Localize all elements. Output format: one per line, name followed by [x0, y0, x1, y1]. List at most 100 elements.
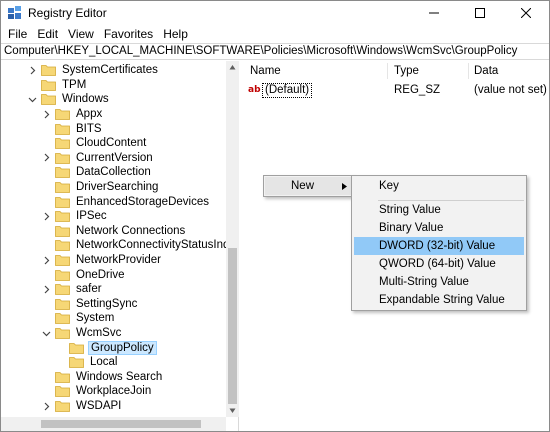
chevron-right-icon[interactable]: [42, 256, 51, 265]
tree-spacer: [42, 226, 51, 235]
folder-icon: [55, 123, 70, 135]
folder-icon: [55, 109, 70, 120]
maximize-button[interactable]: [457, 1, 503, 25]
folder-icon: [55, 328, 70, 339]
chevron-down-icon[interactable]: [28, 95, 37, 104]
chevron-right-icon[interactable]: [42, 110, 51, 119]
tree-item[interactable]: Network Connections: [42, 224, 187, 239]
scroll-down-icon[interactable]: [229, 407, 236, 414]
tree-item[interactable]: Windows Search: [42, 370, 164, 385]
tree-item-label: EnhancedStorageDevices: [76, 195, 209, 208]
minimize-button[interactable]: [411, 1, 457, 25]
menu-bar: File Edit View Favorites Help: [1, 25, 549, 43]
submenu-item-string-value-label: String Value: [379, 204, 441, 216]
chevron-down-icon[interactable]: [42, 329, 51, 338]
tree-item-label: SettingSync: [76, 297, 138, 310]
tree-item-label: SystemCertificates: [62, 64, 158, 77]
column-header-type[interactable]: Type: [394, 65, 419, 77]
tree-item[interactable]: System: [42, 311, 116, 326]
tree-item[interactable]: Appx: [42, 107, 104, 122]
tree-item-label: WSDAPI: [76, 400, 122, 413]
tree-spacer: [42, 124, 51, 133]
address-bar[interactable]: Computer\HKEY_LOCAL_MACHINE\SOFTWARE\Pol…: [1, 43, 549, 60]
tree-scroll-thumb[interactable]: [228, 248, 237, 404]
folder-icon: [55, 240, 70, 252]
menu-file[interactable]: File: [3, 25, 32, 43]
column-header-name[interactable]: Name: [250, 65, 281, 77]
tree-item[interactable]: WcmSvc: [42, 326, 123, 341]
context-menu-new[interactable]: New: [265, 177, 352, 195]
tree-horizontal-scrollbar[interactable]: [1, 417, 226, 431]
tree-item[interactable]: EnhancedStorageDevices: [42, 194, 211, 209]
chevron-right-icon[interactable]: [42, 402, 51, 411]
tree-spacer: [42, 387, 51, 396]
tree-item[interactable]: NetworkProvider: [42, 253, 163, 268]
tree-spacer: [42, 372, 51, 381]
tree-item[interactable]: TPM: [28, 78, 88, 93]
folder-open-icon: [69, 342, 84, 354]
submenu-arrow-icon: [342, 183, 347, 190]
tree-item[interactable]: BITS: [42, 121, 104, 136]
tree-item-label: NetworkProvider: [76, 254, 161, 267]
tree-item[interactable]: OneDrive: [42, 267, 127, 282]
submenu-item-string-value[interactable]: String Value: [354, 201, 524, 219]
menu-edit[interactable]: Edit: [32, 25, 63, 43]
menu-help[interactable]: Help: [158, 25, 193, 43]
new-submenu: Key String Value Binary Value DWORD (32-…: [351, 175, 527, 311]
folder-icon: [55, 225, 70, 237]
submenu-item-key[interactable]: Key: [354, 177, 524, 195]
tree-vertical-scrollbar[interactable]: [226, 61, 239, 417]
tree-item[interactable]: NetworkConnectivityStatusIndicator: [42, 238, 238, 253]
menu-view[interactable]: View: [63, 25, 99, 43]
folder-icon: [55, 167, 70, 179]
chevron-right-icon[interactable]: [42, 153, 51, 162]
tree-item[interactable]: IPSec: [42, 209, 109, 224]
submenu-item-qword-value[interactable]: QWORD (64-bit) Value: [354, 255, 524, 273]
tree-item[interactable]: WorkplaceJoin: [42, 384, 153, 399]
tree-item[interactable]: DataCollection: [42, 165, 153, 180]
tree-item[interactable]: Local: [56, 355, 120, 370]
value-data: (value not set): [474, 84, 547, 96]
tree-item[interactable]: CurrentVersion: [42, 151, 155, 166]
submenu-item-binary-value[interactable]: Binary Value: [354, 219, 524, 237]
folder-icon: [55, 196, 70, 208]
tree-hscroll-thumb[interactable]: [41, 420, 201, 428]
tree-spacer: [42, 168, 51, 177]
tree-item-label: WorkplaceJoin: [76, 385, 152, 398]
value-type: REG_SZ: [394, 84, 441, 96]
column-header-data[interactable]: Data: [474, 65, 498, 77]
tree-item[interactable]: SystemCertificates: [28, 63, 160, 78]
menu-favorites[interactable]: Favorites: [99, 25, 158, 43]
window-title: Registry Editor: [28, 6, 107, 20]
tree-item[interactable]: Windows: [28, 92, 111, 107]
column-divider[interactable]: [387, 63, 388, 79]
submenu-item-expandable-string-value[interactable]: Expandable String Value: [354, 291, 524, 309]
tree-item[interactable]: DriverSearching: [42, 180, 160, 195]
tree-item-label: IPSec: [76, 210, 107, 223]
submenu-item-multi-string-value[interactable]: Multi-String Value: [354, 273, 524, 291]
tree-item-label: TPM: [62, 78, 87, 91]
scroll-up-icon[interactable]: [229, 64, 236, 71]
tree-item-label: Network Connections: [76, 224, 186, 237]
value-row-default[interactable]: ab (Default) REG_SZ (value not set): [243, 83, 549, 98]
tree-spacer: [28, 80, 37, 89]
tree-item-label: Windows: [62, 93, 109, 106]
folder-icon: [55, 255, 70, 266]
close-button[interactable]: [503, 1, 549, 25]
chevron-right-icon[interactable]: [42, 285, 51, 294]
folder-icon: [41, 65, 56, 77]
tree-item-label: WcmSvc: [76, 327, 122, 340]
key-tree: SystemCertificates TPM Windows Appx BITS Clou…: [1, 61, 239, 431]
tree-item-label: CurrentVersion: [76, 151, 153, 164]
column-divider[interactable]: [468, 63, 469, 79]
chevron-right-icon[interactable]: [42, 212, 51, 221]
submenu-item-dword-value[interactable]: DWORD (32-bit) Value: [354, 237, 524, 255]
tree-item[interactable]: safer: [42, 282, 104, 297]
tree-item[interactable]: SettingSync: [42, 297, 139, 312]
tree-item[interactable]: CloudContent: [42, 136, 148, 151]
tree-item[interactable]: GroupPolicy: [56, 340, 157, 355]
submenu-item-multi-string-value-label: Multi-String Value: [379, 276, 469, 288]
tree-item-label: DataCollection: [76, 166, 151, 179]
tree-item[interactable]: WSDAPI: [42, 399, 123, 414]
chevron-right-icon[interactable]: [28, 66, 37, 75]
